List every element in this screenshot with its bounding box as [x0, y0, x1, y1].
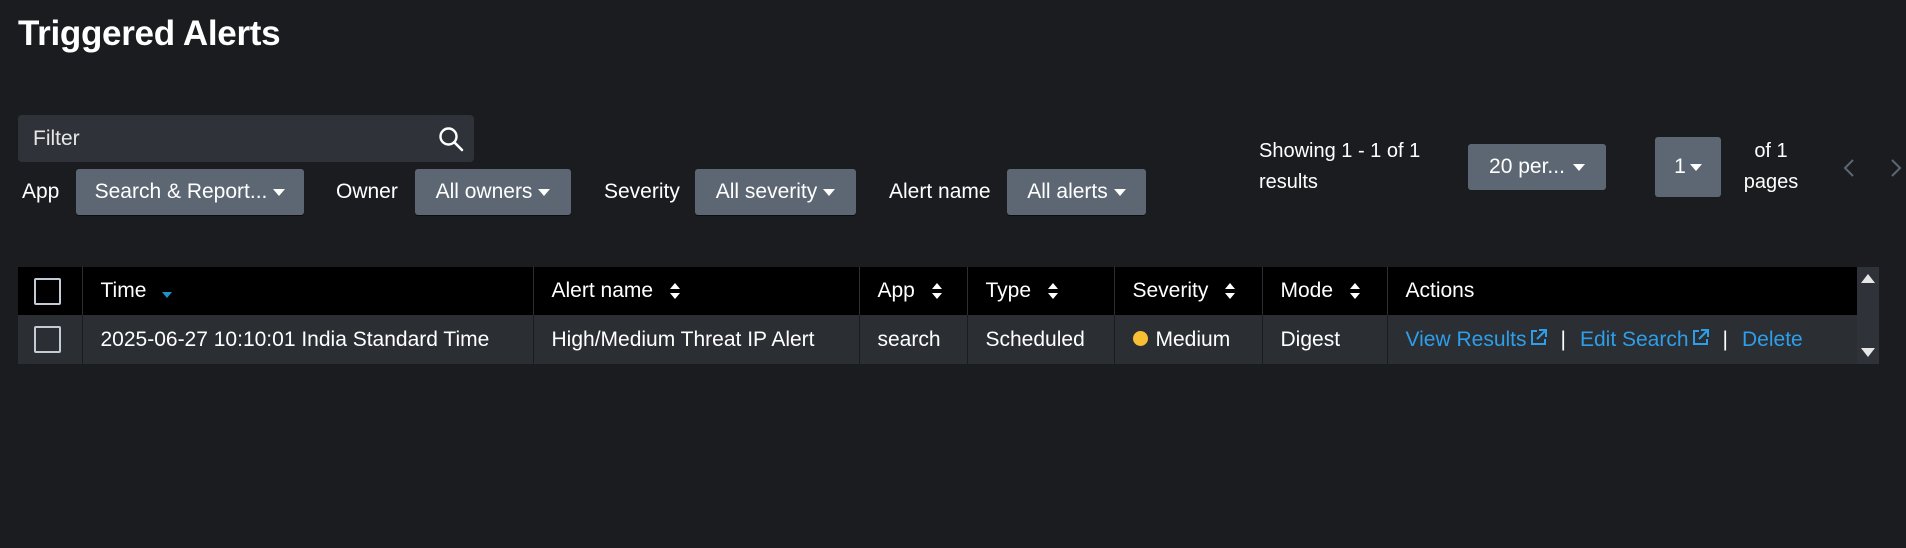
chevron-right-icon	[1891, 159, 1902, 177]
prev-page-button[interactable]	[1838, 154, 1860, 182]
scroll-down-arrow-icon[interactable]	[1861, 348, 1875, 357]
column-header-app[interactable]: App	[859, 267, 968, 315]
column-header-severity[interactable]: Severity	[1114, 267, 1263, 315]
scroll-up-arrow-icon[interactable]	[1861, 274, 1875, 283]
owner-filter-value: All owners	[435, 180, 533, 203]
column-header-alert-name-label: Alert name	[551, 279, 654, 302]
select-all-checkbox[interactable]	[34, 277, 61, 305]
column-header-type-label: Type	[985, 279, 1032, 302]
app-filter-dropdown[interactable]: Search & Report...	[76, 169, 304, 215]
edit-search-label: Edit Search	[1579, 327, 1689, 351]
column-header-mode[interactable]: Mode	[1262, 267, 1388, 315]
sort-icon	[1349, 283, 1360, 300]
results-count-line1: Showing 1 - 1 of 1	[1259, 140, 1421, 162]
owner-filter-label: Owner	[336, 180, 398, 203]
results-count-line2: results	[1259, 171, 1318, 193]
severity-filter-label: Severity	[604, 180, 680, 203]
owner-filter-dropdown[interactable]: All owners	[415, 169, 571, 215]
current-page-value: 1	[1674, 155, 1686, 178]
column-header-time[interactable]: Time	[82, 267, 534, 315]
column-header-severity-label: Severity	[1132, 279, 1209, 302]
next-page-button[interactable]	[1885, 154, 1906, 182]
app-filter-label: App	[22, 180, 60, 203]
severity-label: Medium	[1155, 327, 1231, 351]
view-results-link[interactable]: View Results	[1406, 328, 1547, 351]
table-row: 2025-06-27 10:10:01 India Standard Time …	[18, 315, 1857, 364]
severity-medium-dot	[1132, 330, 1148, 346]
page-select-dropdown[interactable]: 1	[1655, 137, 1721, 197]
total-pages: of 1 pages	[1736, 136, 1806, 198]
chevron-down-icon	[1572, 164, 1585, 171]
row-select-cell	[18, 315, 83, 364]
alert-name-filter-value: All alerts	[1027, 180, 1108, 203]
sort-icon	[1047, 283, 1058, 300]
chevron-down-icon	[1113, 189, 1126, 196]
cell-type: Scheduled	[967, 315, 1115, 364]
search-icon[interactable]	[428, 116, 474, 162]
cell-app: search	[859, 315, 968, 364]
alerts-table-container: Time Alert name App Type Severity Mode A…	[18, 267, 1879, 364]
column-header-time-label: Time	[100, 279, 147, 302]
triggered-alerts-page: Triggered Alerts App Search & Report... …	[0, 0, 1906, 548]
filter-dropdown-row: App Search & Report... Owner All owners …	[0, 169, 1150, 215]
column-header-app-label: App	[877, 279, 915, 302]
total-pages-line1: of 1	[1754, 140, 1788, 162]
edit-search-link[interactable]: Edit Search	[1580, 328, 1709, 351]
cell-actions: View Results | Edit Search | Delete	[1387, 315, 1857, 364]
sort-icon	[1225, 283, 1236, 300]
chevron-down-icon	[1689, 164, 1702, 171]
alert-name-filter-label: Alert name	[889, 180, 991, 203]
app-filter-value: Search & Report...	[94, 180, 268, 203]
chevron-down-icon	[823, 189, 836, 196]
chevron-down-icon	[273, 189, 286, 196]
select-all-header	[18, 267, 83, 315]
action-separator: |	[1560, 327, 1566, 351]
column-header-alert-name[interactable]: Alert name	[533, 267, 860, 315]
delete-link[interactable]: Delete	[1742, 328, 1803, 351]
filter-box	[18, 115, 474, 162]
action-separator: |	[1722, 327, 1728, 351]
cell-time: 2025-06-27 10:10:01 India Standard Time	[82, 315, 534, 364]
cell-mode: Digest	[1262, 315, 1388, 364]
chevron-left-icon	[1843, 159, 1854, 177]
severity-filter-value: All severity	[715, 180, 818, 203]
filter-input[interactable]	[18, 115, 428, 162]
column-header-actions: Actions	[1387, 267, 1857, 315]
external-link-icon	[1692, 328, 1709, 345]
row-checkbox[interactable]	[34, 326, 61, 353]
table-scrollbar[interactable]	[1857, 267, 1879, 364]
table-header-row: Time Alert name App Type Severity Mode A…	[18, 267, 1857, 315]
external-link-icon	[1530, 328, 1547, 345]
alerts-table: Time Alert name App Type Severity Mode A…	[18, 267, 1857, 364]
column-header-type[interactable]: Type	[967, 267, 1115, 315]
severity-filter-dropdown[interactable]: All severity	[695, 169, 856, 215]
column-header-actions-label: Actions	[1405, 279, 1475, 302]
sort-icon	[931, 283, 942, 300]
view-results-label: View Results	[1405, 327, 1527, 351]
chevron-down-icon	[538, 189, 551, 196]
sort-descending-icon	[162, 292, 173, 299]
page-title: Triggered Alerts	[18, 14, 281, 53]
column-header-mode-label: Mode	[1280, 279, 1334, 302]
results-count: Showing 1 - 1 of 1 results	[1259, 136, 1424, 198]
sort-icon	[669, 283, 680, 300]
cell-severity: Medium	[1114, 315, 1263, 364]
per-page-value: 20 per...	[1489, 155, 1565, 178]
cell-alert-name: High/Medium Threat IP Alert	[533, 315, 860, 364]
alert-name-filter-dropdown[interactable]: All alerts	[1007, 169, 1146, 215]
total-pages-line2: pages	[1743, 171, 1799, 193]
per-page-dropdown[interactable]: 20 per...	[1468, 144, 1606, 190]
